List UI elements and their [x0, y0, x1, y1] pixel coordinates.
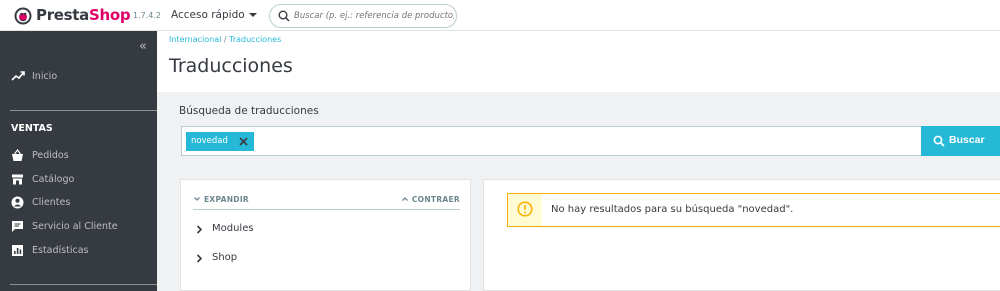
collapse-all-button[interactable]: CONTRAER — [401, 195, 460, 204]
caret-down-icon — [248, 13, 257, 17]
sidebar-item-label: Catálogo — [32, 174, 75, 185]
quick-access-dropdown[interactable]: Acceso rápido — [171, 9, 257, 21]
sidebar-item-label: Servicio al Cliente — [32, 221, 118, 232]
breadcrumb: Internacional / Traducciones — [169, 35, 281, 44]
user-icon — [11, 196, 24, 209]
sidebar-item-stats[interactable]: Estadísticas — [0, 240, 157, 262]
prestashop-logo-icon[interactable] — [14, 7, 32, 25]
translation-search-field[interactable]: novedad — [181, 126, 922, 156]
close-icon[interactable] — [238, 136, 249, 147]
tree-item-label: Shop — [212, 252, 238, 263]
sidebar-item-customer-service[interactable]: Servicio al Cliente — [0, 216, 157, 238]
sidebar-item-catalog[interactable]: Catálogo — [0, 169, 157, 191]
search-button-label: Buscar — [949, 134, 985, 146]
brand-name-presta: Presta — [36, 6, 89, 24]
search-icon — [933, 135, 945, 147]
search-button[interactable]: Buscar — [921, 126, 1000, 156]
main-content: Internacional / Traducciones Traduccione… — [157, 31, 1000, 291]
tree-item-label: Modules — [212, 223, 254, 234]
global-search[interactable] — [269, 4, 457, 28]
alert-icon-area — [508, 194, 542, 226]
sidebar-item-home[interactable]: Inicio — [0, 65, 157, 89]
top-header: PrestaShop 1.7.4.2 Acceso rápido — [0, 0, 1000, 31]
sidebar-section-title: VENTAS — [11, 123, 53, 134]
alert-message: No hay resultados para su búsqueda "nove… — [551, 204, 794, 215]
trending-up-icon — [11, 71, 25, 81]
chevron-up-icon — [401, 197, 408, 201]
store-icon — [12, 174, 23, 185]
search-tag: novedad — [186, 132, 254, 151]
sidebar-divider — [10, 284, 157, 285]
expand-all-label: EXPANDIR — [204, 195, 249, 204]
sidebar-item-label: Inicio — [32, 71, 58, 82]
breadcrumb-parent-link[interactable]: Internacional — [169, 35, 221, 44]
translation-search-label: Búsqueda de traducciones — [179, 105, 319, 117]
chevron-right-icon — [196, 254, 203, 263]
chat-icon — [12, 221, 23, 232]
search-icon[interactable] — [278, 10, 290, 22]
prestashop-admin: PrestaShop 1.7.4.2 Acceso rápido « Inici… — [0, 0, 1000, 291]
expand-all-button[interactable]: EXPANDIR — [193, 195, 249, 204]
breadcrumb-separator: / — [221, 35, 230, 44]
sidebar: « Inicio VENTAS Pedidos Catálogo Cliente… — [0, 31, 157, 291]
brand-name-shop: Shop — [89, 6, 131, 24]
sidebar-divider — [10, 110, 157, 111]
breadcrumb-current-link[interactable]: Traducciones — [229, 35, 281, 44]
translation-tree-panel: EXPANDIR CONTRAER Modules Shop — [180, 179, 471, 291]
sidebar-item-customers[interactable]: Clientes — [0, 192, 157, 214]
search-tag-label: novedad — [191, 136, 228, 146]
global-search-input[interactable] — [294, 8, 454, 24]
chevron-down-icon — [194, 197, 200, 201]
page-title: Traducciones — [169, 55, 293, 77]
collapse-all-label: CONTRAER — [411, 195, 460, 204]
quick-access-label: Acceso rápido — [171, 9, 245, 21]
sidebar-item-orders[interactable]: Pedidos — [0, 145, 157, 167]
chart-icon — [12, 245, 23, 256]
version-label: 1.7.4.2 — [133, 11, 161, 20]
warning-icon — [517, 201, 533, 217]
sidebar-item-label: Pedidos — [32, 150, 69, 161]
basket-icon — [12, 149, 23, 161]
tree-actions: EXPANDIR CONTRAER — [193, 194, 460, 210]
chevron-right-icon — [196, 225, 203, 234]
collapse-sidebar-icon[interactable]: « — [139, 39, 147, 54]
sidebar-item-label: Estadísticas — [32, 245, 89, 256]
no-results-alert: No hay resultados para su búsqueda "nove… — [507, 193, 1000, 227]
results-panel: No hay resultados para su búsqueda "nove… — [483, 179, 1000, 291]
sidebar-item-label: Clientes — [32, 197, 71, 208]
brand-logo-text[interactable]: PrestaShop — [36, 6, 131, 24]
page-header: Internacional / Traducciones Traduccione… — [157, 31, 1000, 92]
